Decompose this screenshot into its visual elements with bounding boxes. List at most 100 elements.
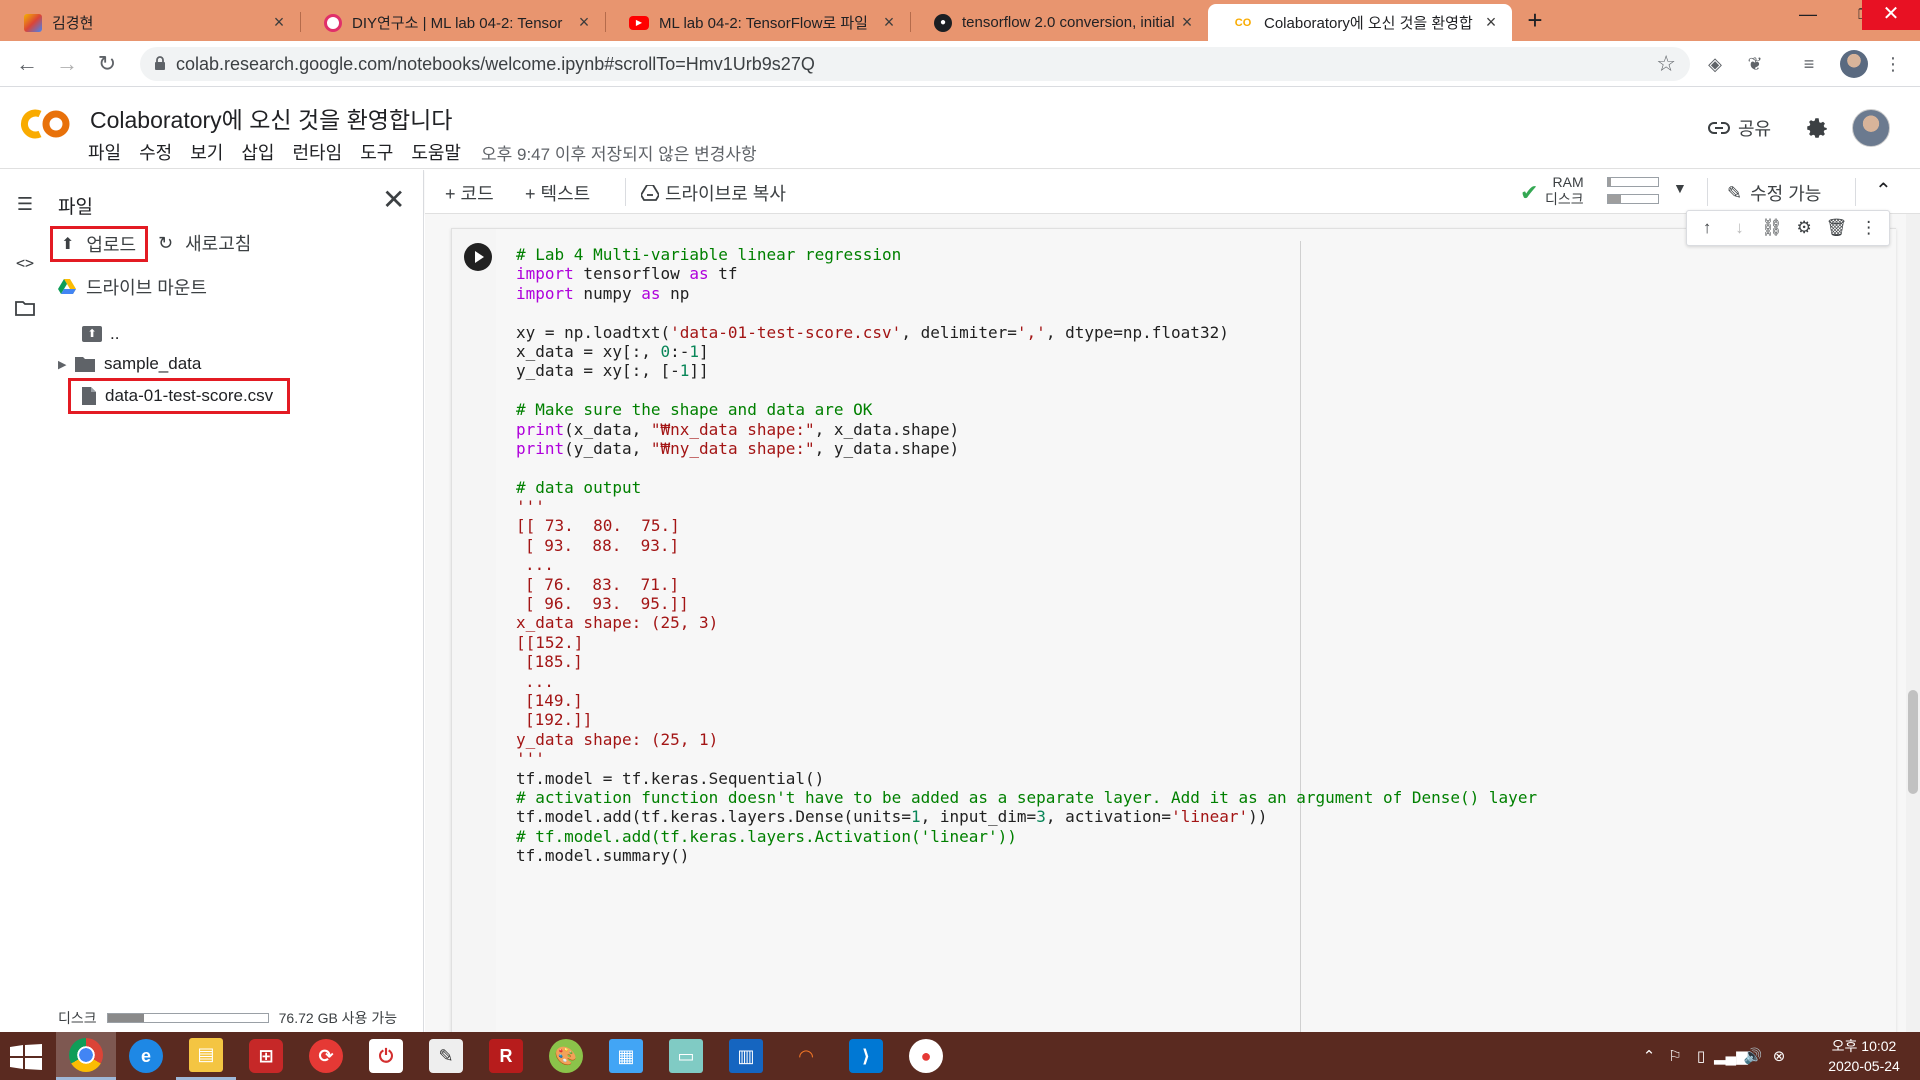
- files-folder-icon[interactable]: [14, 300, 36, 322]
- account-avatar[interactable]: [1852, 109, 1890, 147]
- browser-menu-icon[interactable]: ⋮: [1880, 51, 1906, 77]
- close-icon[interactable]: ×: [575, 12, 593, 33]
- folder-row[interactable]: ▶ sample_data: [58, 354, 201, 374]
- notebook-toolbar: + 코드 + 텍스트 드라이브로 복사 ✔ RAM 디스크 ▼ ✎ 수정 가능 …: [425, 170, 1920, 214]
- colab-logo-icon[interactable]: [18, 107, 72, 141]
- extension-layers-icon[interactable]: ◈: [1702, 51, 1728, 77]
- taskbar-vscode-app[interactable]: ⟩: [836, 1032, 896, 1080]
- save-status[interactable]: 오후 9:47 이후 저장되지 않은 변경사항: [481, 140, 757, 165]
- share-button[interactable]: 공유: [1708, 115, 1771, 141]
- file-row[interactable]: data-01-test-score.csv: [68, 378, 291, 414]
- move-down-icon[interactable]: ↓: [1726, 218, 1752, 238]
- browser-tab[interactable]: ▶ ML lab 04-2: TensorFlow로 파일 ×: [605, 4, 910, 41]
- code-token: x_data = xy[:,: [516, 341, 661, 361]
- menu-runtime[interactable]: 런타임: [293, 139, 343, 165]
- refresh-button[interactable]: ↻ 새로고침: [158, 230, 251, 256]
- cell-settings-icon[interactable]: ⚙: [1791, 218, 1817, 238]
- code-token: , input_dim=: [920, 807, 1037, 827]
- menu-view[interactable]: 보기: [190, 139, 223, 165]
- close-icon[interactable]: ×: [1178, 12, 1196, 33]
- delete-icon[interactable]: 🗑: [1823, 218, 1849, 238]
- browser-tab[interactable]: DIY연구소 | ML lab 04-2: Tensor ×: [300, 4, 605, 41]
- side-rail: ☰ <>: [0, 170, 50, 1032]
- add-text-button[interactable]: + 텍스트: [525, 180, 590, 206]
- taskbar-notebook-app[interactable]: ▥: [716, 1032, 776, 1080]
- code-snippets-icon[interactable]: <>: [14, 254, 36, 276]
- media-queue-icon[interactable]: ≡: [1796, 51, 1822, 77]
- taskbar-clock[interactable]: 오후 10:02 2020-05-24: [1820, 1036, 1908, 1076]
- notebook-title[interactable]: Colaboratory에 오신 것을 환영합니다: [90, 101, 452, 135]
- disk-usage-footer: 디스크 76.72 GB 사용 가능: [58, 1008, 397, 1028]
- taskbar-power-app[interactable]: ⏻: [356, 1032, 416, 1080]
- code-cell[interactable]: # Lab 4 Multi-variable linear regression…: [451, 228, 1896, 1032]
- taskbar-calculator-app[interactable]: ▦: [596, 1032, 656, 1080]
- minimize-button[interactable]: —: [1780, 0, 1836, 30]
- show-hidden-icons-icon[interactable]: ⌃: [1636, 1047, 1662, 1065]
- taskbar-file-explorer[interactable]: ▤: [176, 1032, 236, 1080]
- browser-tab[interactable]: 김경현 ×: [0, 4, 300, 41]
- folder-label: sample_data: [104, 354, 202, 373]
- move-up-icon[interactable]: ↑: [1694, 218, 1720, 238]
- close-icon[interactable]: ×: [1482, 12, 1500, 33]
- menu-edit[interactable]: 수정: [139, 139, 172, 165]
- taskbar-inkscape-app[interactable]: ✎: [416, 1032, 476, 1080]
- taskbar-r-app[interactable]: R: [476, 1032, 536, 1080]
- taskbar-notes-app[interactable]: ▭: [656, 1032, 716, 1080]
- extension-leaf-icon[interactable]: ❦: [1742, 51, 1768, 77]
- network-disconnected-icon[interactable]: ⚐: [1662, 1047, 1688, 1065]
- clock-date: 2020-05-24: [1828, 1058, 1900, 1074]
- parent-directory-row[interactable]: ⬆ ..: [82, 324, 119, 344]
- back-button[interactable]: ←: [12, 49, 42, 79]
- code-line: y_data shape: (25, 1): [516, 728, 1537, 749]
- link-icon[interactable]: ⛓: [1759, 218, 1785, 238]
- expand-arrow-icon[interactable]: ▶: [58, 358, 74, 371]
- resources-dropdown-icon[interactable]: ▼: [1673, 180, 1687, 196]
- close-window-button[interactable]: ✕: [1862, 0, 1920, 30]
- scrollbar-thumb[interactable]: [1908, 690, 1918, 794]
- menu-help[interactable]: 도움말: [411, 139, 461, 165]
- taskbar-record-app[interactable]: ●: [896, 1032, 956, 1080]
- volume-icon[interactable]: 🔊: [1740, 1047, 1766, 1065]
- close-pane-icon[interactable]: ✕: [382, 186, 405, 214]
- battery-icon[interactable]: ▯: [1688, 1047, 1714, 1065]
- copy-to-drive-button[interactable]: 드라이브로 복사: [641, 180, 786, 206]
- browser-tab-active[interactable]: CO Colaboratory에 오신 것을 환영합 ×: [1208, 4, 1512, 41]
- taskbar-chrome[interactable]: [56, 1032, 116, 1080]
- bookmark-star-icon[interactable]: ☆: [1656, 51, 1676, 77]
- address-bar[interactable]: colab.research.google.com/notebooks/welc…: [140, 47, 1690, 81]
- taskbar-jupyter-app[interactable]: ◠: [776, 1032, 836, 1080]
- taskbar-internet-explorer[interactable]: e: [116, 1032, 176, 1080]
- table-of-contents-icon[interactable]: ☰: [14, 194, 36, 216]
- reload-button[interactable]: ↻: [92, 49, 122, 79]
- code-editor[interactable]: # Lab 4 Multi-variable linear regression…: [496, 229, 1896, 1032]
- code-token: x_data shape: (25, 3): [516, 613, 719, 633]
- menu-file[interactable]: 파일: [88, 139, 121, 165]
- editing-mode-button[interactable]: ✎ 수정 가능: [1727, 180, 1821, 206]
- close-icon[interactable]: ×: [270, 12, 288, 33]
- code-text[interactable]: # Lab 4 Multi-variable linear regression…: [516, 243, 1537, 865]
- resource-labels[interactable]: RAM 디스크: [1545, 174, 1584, 208]
- run-cell-button[interactable]: [464, 243, 492, 271]
- settings-gear-icon[interactable]: [1804, 115, 1830, 141]
- taskbar-sync-app[interactable]: ⟳: [296, 1032, 356, 1080]
- mount-drive-button[interactable]: 드라이브 마운트: [58, 274, 207, 300]
- forward-button[interactable]: →: [52, 49, 82, 79]
- add-code-button[interactable]: + 코드: [445, 180, 494, 206]
- code-token: ...: [525, 671, 554, 691]
- taskbar-app-red-pink[interactable]: ⊞: [236, 1032, 296, 1080]
- chevron-up-icon[interactable]: ⌃: [1875, 178, 1892, 203]
- windows-start-icon[interactable]: [10, 1044, 42, 1070]
- browser-tab[interactable]: ● tensorflow 2.0 conversion, initial ×: [910, 4, 1208, 41]
- new-tab-button[interactable]: +: [1520, 6, 1550, 36]
- close-icon[interactable]: ×: [880, 12, 898, 33]
- more-options-icon[interactable]: ⋮: [1856, 218, 1882, 238]
- taskbar-paint-app[interactable]: 🎨: [536, 1032, 596, 1080]
- wifi-signal-icon[interactable]: ▂▄▆: [1714, 1047, 1748, 1065]
- notebook-scrollbar[interactable]: [1906, 214, 1920, 1032]
- browser-profile-avatar[interactable]: [1840, 50, 1868, 78]
- upload-button[interactable]: ⬆ 업로드: [50, 226, 148, 262]
- menu-tools[interactable]: 도구: [360, 139, 393, 165]
- notification-icon[interactable]: ⊗: [1766, 1047, 1792, 1065]
- menu-insert[interactable]: 삽입: [241, 139, 274, 165]
- folder-up-icon: ⬆: [82, 326, 102, 342]
